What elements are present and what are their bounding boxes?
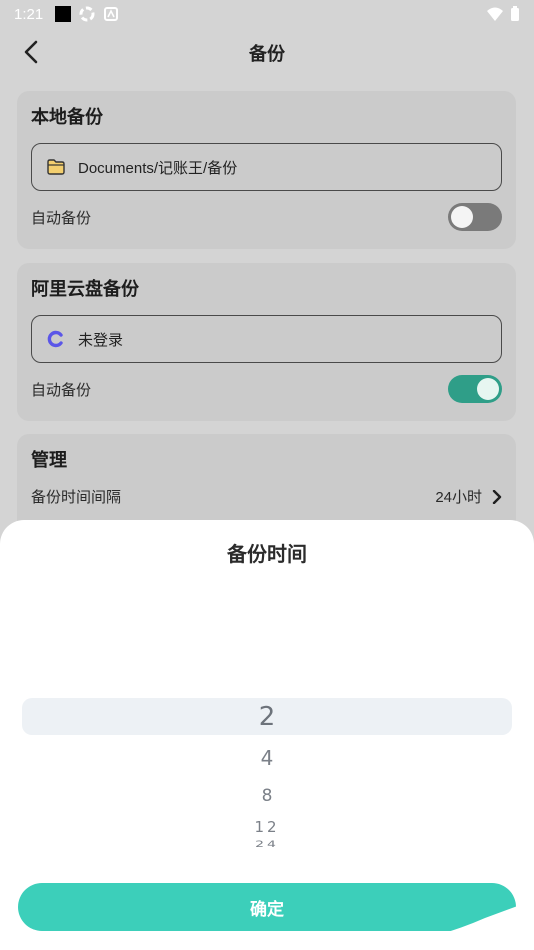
picker-option[interactable]: 8: [0, 786, 534, 806]
sync-icon: [79, 6, 95, 22]
aliyun-account-text: 未登录: [78, 331, 124, 349]
decorative-swoosh: [375, 900, 534, 950]
picker-option[interactable]: 4: [0, 746, 534, 770]
aliyun-backup-card: 阿里云盘备份 未登录 自动备份: [17, 263, 516, 421]
notification-icon: [55, 6, 72, 22]
backup-interval-value: 24小时: [435, 489, 482, 506]
picker-option-selected[interactable]: 2: [0, 700, 534, 734]
toggle-knob: [477, 378, 499, 400]
aliyun-auto-backup-toggle[interactable]: [448, 375, 502, 403]
aliyun-account-field[interactable]: 未登录: [31, 315, 502, 363]
picker-option[interactable]: 24: [0, 840, 534, 850]
page-title: 备份: [249, 44, 285, 64]
local-auto-backup-label: 自动备份: [31, 209, 92, 227]
aliyun-auto-backup-label: 自动备份: [31, 381, 92, 399]
app-bar: 备份: [0, 28, 534, 78]
chevron-right-icon: [492, 489, 502, 504]
status-bar: 1:21: [0, 0, 534, 28]
app-badge-icon: [104, 7, 119, 21]
wifi-icon: [487, 7, 503, 21]
aliyun-drive-icon: [46, 329, 66, 349]
local-path-text: Documents/记账王/备份: [78, 159, 238, 177]
picker-clip: 24: [0, 840, 534, 850]
picker-option[interactable]: 12: [0, 818, 534, 836]
folder-icon: [46, 157, 66, 177]
back-arrow-icon[interactable]: [18, 38, 46, 66]
sheet-title: 备份时间: [227, 544, 307, 566]
local-backup-card: 本地备份 Documents/记账王/备份 自动备份: [17, 91, 516, 249]
backup-interval-row[interactable]: 备份时间间隔 24小时: [31, 486, 502, 507]
backup-interval-label: 备份时间间隔: [31, 489, 122, 506]
local-backup-title: 本地备份: [31, 107, 103, 127]
manage-title: 管理: [31, 450, 67, 470]
local-auto-backup-toggle[interactable]: [448, 203, 502, 231]
backup-time-sheet: 备份时间 2 4 8 12 24 确定: [0, 520, 534, 950]
status-time: 1:21: [14, 5, 44, 23]
battery-icon: [511, 6, 519, 21]
toggle-knob: [451, 206, 473, 228]
local-path-field[interactable]: Documents/记账王/备份: [31, 143, 502, 191]
aliyun-backup-title: 阿里云盘备份: [31, 279, 139, 299]
